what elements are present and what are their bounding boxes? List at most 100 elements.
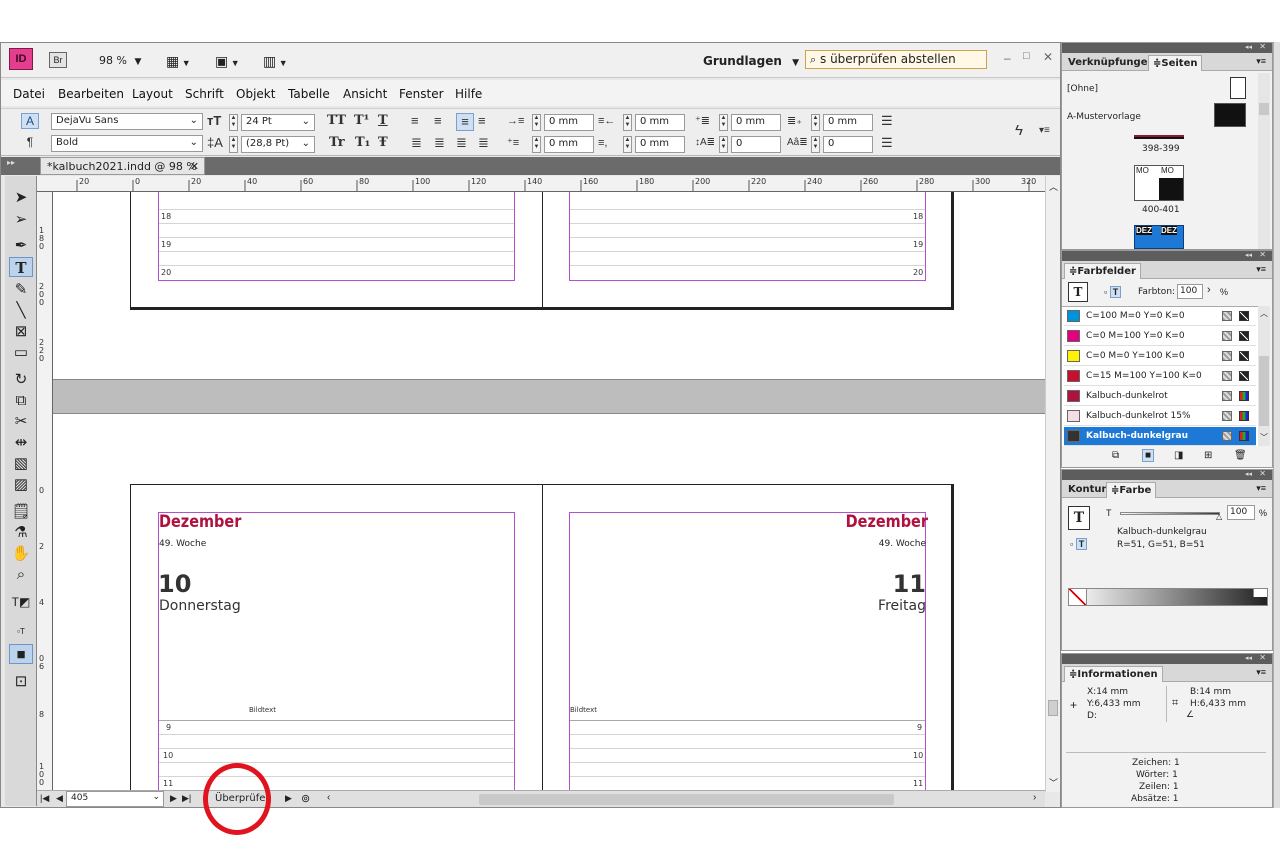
page-number-field[interactable]: 405 ⌄ [66,791,164,807]
day-name[interactable]: Freitag [826,598,926,614]
bullets-list-icon[interactable]: ☰ [881,113,893,129]
preflight-menu-icon[interactable]: ▶ [285,793,292,804]
drop-cap-lines-stepper[interactable]: ▲ ▼ [719,136,728,153]
rectangle-frame-tool-icon[interactable]: ⊠ [9,322,33,342]
last-line-indent-field[interactable]: 0 mm [635,136,685,153]
close-icon[interactable]: ✕ [190,160,199,173]
panel-menu-icon[interactable]: ▾≡ [1256,264,1266,275]
pages-scrollbar[interactable] [1258,73,1270,249]
close-icon[interactable]: ✕ [1043,50,1053,64]
space-after-stepper[interactable]: ▲ ▼ [811,114,820,131]
rectangle-tool-icon[interactable]: ▭ [9,343,33,363]
justify-center-icon[interactable]: ≣ [434,135,445,151]
underline-button[interactable]: T [378,113,388,129]
menu-bearbeiten[interactable]: Bearbeiten [58,87,124,101]
spread-thumb[interactable]: MO MO [1134,165,1184,201]
space-before-stepper[interactable]: ▲ ▼ [719,114,728,131]
master-a-label[interactable]: A-Mustervorlage [1067,112,1141,122]
open-page-icon[interactable]: ⊚ [301,792,310,805]
swatches-scrollbar[interactable]: ︿ ﹀ [1258,306,1270,446]
show-color-swatches-icon[interactable]: ■ [1142,449,1155,462]
font-family-field[interactable]: DejaVu Sans ⌄ [51,113,203,130]
workspace-switcher[interactable]: Grundlagen ▼ [703,54,799,68]
menu-objekt[interactable]: Objekt [236,87,275,101]
panel-menu-icon[interactable]: ▾≡ [1256,56,1266,67]
leading-stepper[interactable]: ▲ ▼ [229,136,238,153]
close-icon[interactable]: ✕ [1259,653,1266,662]
document-tab[interactable]: *kalbuch2021.indd @ 98 % ✕ [40,157,205,175]
superscript-button[interactable]: T¹ [354,113,369,129]
numbered-list-icon[interactable]: ☰ [881,135,893,151]
drop-cap-chars-field[interactable]: 0 [823,136,873,153]
tint-field[interactable]: 100 [1177,284,1203,299]
fill-stroke-icon[interactable]: T [1068,506,1090,530]
drop-cap-chars-stepper[interactable]: ▲ ▼ [811,136,820,153]
toolbox-collapse-icon[interactable]: ▸▸ [7,158,15,167]
month-heading[interactable]: Dezember [159,512,241,532]
container-text-toggle[interactable]: ▫ T [1070,538,1088,550]
swatch-row[interactable]: C=0 M=0 Y=100 K=0 [1064,347,1256,366]
screen-mode-button[interactable]: ▣ ▼ [215,53,240,70]
image-caption[interactable]: Bildtext [570,706,597,714]
scroll-thumb[interactable] [1259,356,1269,426]
last-page-icon[interactable]: ▶| [182,793,191,804]
document-canvas[interactable]: 18 19 20 18 19 20 Dezember 49. Woche 10 … [53,192,1045,790]
menu-schrift[interactable]: Schrift [185,87,224,101]
scroll-right-icon[interactable]: › [1033,792,1036,803]
show-all-swatches-icon[interactable]: ⧉ [1112,450,1119,461]
tab-stroke[interactable]: Kontur [1064,482,1110,498]
justify-left-icon[interactable]: ≣ [411,135,422,151]
font-size-stepper[interactable]: ▲ ▼ [229,114,238,131]
scroll-down-icon[interactable]: ﹀ [1049,776,1058,789]
spread-thumb[interactable]: DEZ DEZ [1134,225,1184,249]
collapse-icon[interactable]: ◂◂ [1245,654,1252,662]
scroll-down-icon[interactable]: ﹀ [1260,432,1268,443]
right-indent-field[interactable]: 0 mm [635,114,685,131]
week-label[interactable]: 49. Woche [159,539,206,549]
scroll-up-icon[interactable]: ︿ [1049,180,1058,193]
swatch-row[interactable]: Kalbuch-dunkelrot [1064,387,1256,406]
last-line-indent-stepper[interactable]: ▲ ▼ [623,136,632,153]
scroll-thumb[interactable] [1259,103,1269,115]
arrange-documents-button[interactable]: ▥ ▼ [263,53,288,70]
menu-datei[interactable]: Datei [13,87,45,101]
right-indent-stepper[interactable]: ▲ ▼ [623,114,632,131]
font-style-field[interactable]: Bold ⌄ [51,135,203,152]
tint-percent-field[interactable]: 100 [1227,505,1255,520]
none-swatch-icon[interactable] [1069,589,1087,605]
day-name[interactable]: Donnerstag [159,598,241,614]
collapse-icon[interactable]: ◂◂ [1245,470,1252,478]
pencil-tool-icon[interactable]: ✎ [9,280,33,300]
none-master-thumb[interactable] [1230,77,1246,99]
spread-thumb[interactable] [1134,135,1184,139]
normal-mode-icon[interactable]: ■ [9,644,33,664]
gradient-swatch-tool-icon[interactable]: ▧ [9,454,33,474]
previous-page-icon[interactable]: ◀ [56,793,63,804]
panel-menu-icon[interactable]: ▾≡ [1039,123,1050,139]
tab-pages[interactable]: ≑Seiten [1148,55,1203,71]
scroll-thumb[interactable] [1048,700,1058,716]
scroll-left-icon[interactable]: ‹ [327,792,330,803]
fill-stroke-icon[interactable]: T [1068,282,1088,302]
day-number[interactable]: 10 [158,570,191,598]
none-master-label[interactable]: [Ohne] [1067,84,1098,94]
fill-stroke-icon[interactable]: T◩ [9,592,33,612]
new-swatch-icon[interactable]: ⊞ [1204,450,1212,461]
align-right-icon[interactable]: ≡ [456,113,474,131]
quick-apply-icon[interactable]: ϟ [1015,123,1023,139]
all-caps-button[interactable]: TT [327,113,346,129]
small-caps-button[interactable]: Tr [329,135,345,151]
help-search-input[interactable]: ⌕ s überprüfen abstellen [805,50,987,69]
eyedropper-tool-icon[interactable]: ⚗ [9,523,33,543]
zoom-dropdown[interactable]: 98 % ▼ [99,54,141,67]
scissors-tool-icon[interactable]: ✂ [9,412,33,432]
selection-tool-icon[interactable]: ➤ [9,188,33,208]
container-text-toggle[interactable]: ▫ T [1104,286,1122,298]
next-page-icon[interactable]: ▶ [170,793,177,804]
view-options-button[interactable]: ▦ ▼ [166,53,191,70]
tint-arrow-icon[interactable]: › [1207,284,1211,296]
align-towards-spine-icon[interactable]: ≡ [478,113,486,129]
character-mode-icon[interactable]: A [21,113,39,129]
tab-info[interactable]: ≑Informationen [1064,666,1163,682]
space-before-field[interactable]: 0 mm [731,114,781,131]
